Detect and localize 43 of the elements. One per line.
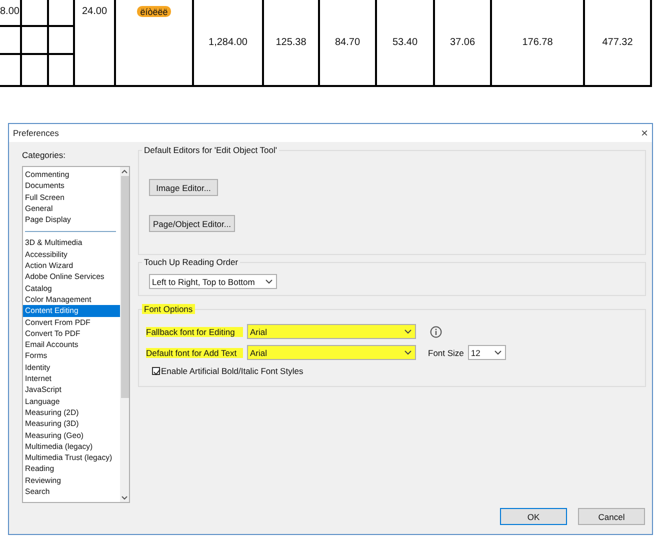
dropdown-caret-icon	[494, 350, 502, 355]
table-cell: 1,284.00	[194, 0, 264, 85]
editor-button[interactable]: Page/Object Editor...	[149, 215, 235, 232]
dropdown-field[interactable]: 12	[468, 345, 506, 360]
checkbox-label: Enable Artificial Bold/Italic Font Styles	[161, 366, 304, 376]
table-cell: 8.00	[0, 0, 22, 27]
checkbox[interactable]	[152, 367, 160, 375]
scroll-up-icon[interactable]	[120, 167, 129, 176]
table-cell	[49, 0, 75, 27]
close-button[interactable]: ×	[640, 126, 648, 140]
table-cell	[0, 27, 22, 55]
dropdown-caret-icon	[404, 350, 412, 355]
scroll-down-icon[interactable]	[120, 493, 129, 502]
table-cell: 53.40	[377, 0, 435, 85]
table-cell: 176.78	[492, 0, 585, 85]
tag-badge: ëíòëëë	[137, 6, 171, 17]
window-title: Preferences	[13, 128, 59, 138]
field-label: Default font for Add Text	[146, 348, 243, 358]
table-cell	[22, 0, 49, 27]
dropdown-field[interactable]: Arial	[247, 345, 416, 360]
info-icon[interactable]	[430, 326, 442, 338]
scrollbar[interactable]	[120, 167, 129, 502]
dialog-button[interactable]: OK	[500, 508, 567, 525]
field-label: Fallback font for Editing	[146, 326, 243, 336]
group-title: Touch Up Reading Order	[142, 257, 240, 267]
dropdown-caret-icon	[265, 279, 273, 284]
table-cell: 37.06	[435, 0, 492, 85]
list-label: Categories:	[22, 150, 66, 162]
table-cell: 24.00	[75, 0, 116, 85]
table-cell	[49, 27, 75, 55]
dropdown-field[interactable]: Arial	[247, 324, 416, 339]
dropdown-caret-icon	[404, 329, 412, 334]
table-cell: 125.38	[264, 0, 320, 85]
editor-button[interactable]: Image Editor...	[149, 179, 218, 196]
category-list[interactable]	[22, 166, 130, 503]
group-title: Default Editors for 'Edit Object Tool'	[142, 145, 280, 155]
field-label: Font Size	[428, 348, 464, 358]
group-title: Font Options	[142, 304, 195, 314]
dropdown-field[interactable]: Left to Right, Top to Bottom	[149, 274, 277, 289]
table-cell: 477.32	[585, 0, 652, 85]
dialog-button[interactable]: Cancel	[578, 508, 645, 525]
table-cell: 84.70	[320, 0, 377, 85]
table-cell	[22, 27, 49, 55]
